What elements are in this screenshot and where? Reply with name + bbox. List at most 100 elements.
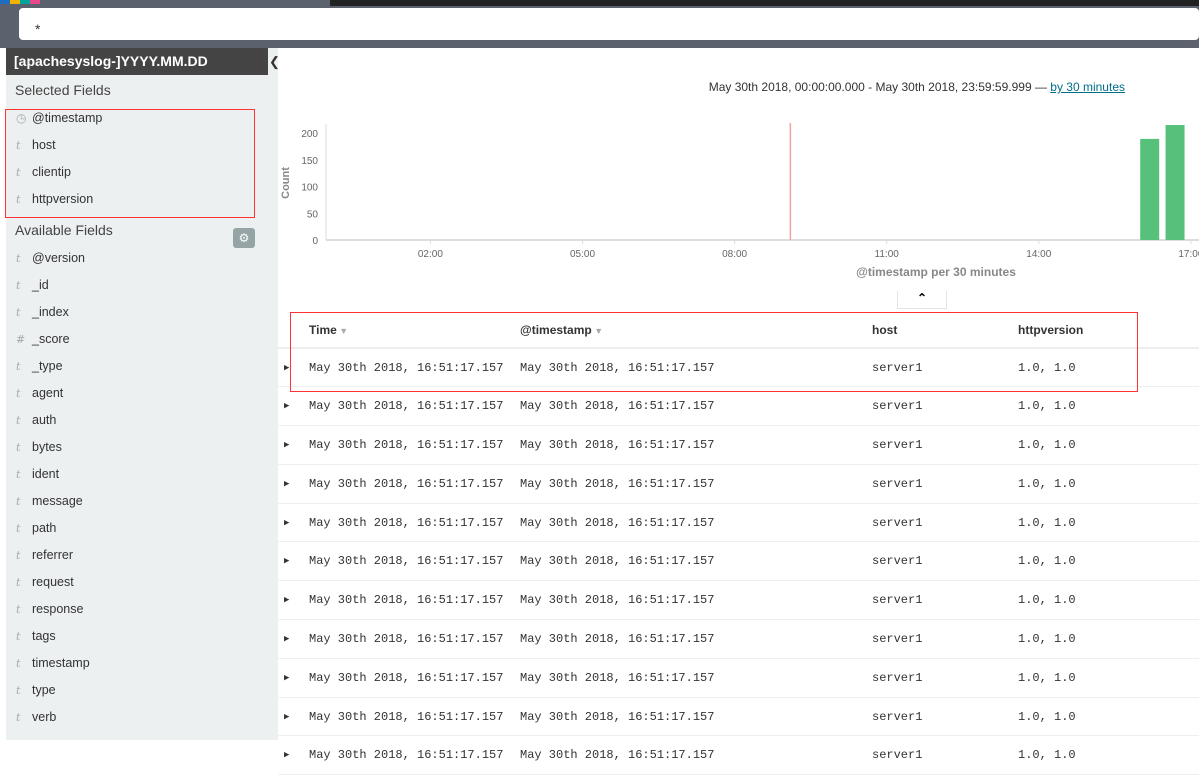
table-cell: server1: [872, 386, 1018, 427]
table-cell: 1.0, 1.0: [1018, 658, 1198, 698]
logo-strip: [0, 0, 300, 4]
expand-row-icon[interactable]: ▶: [278, 464, 309, 504]
table-cell: May 30th 2018, 16:51:17.157: [309, 580, 520, 621]
index-pattern-title[interactable]: [apachesyslog-]YYYY.MM.DD: [6, 48, 268, 75]
y-tick-label: 150: [301, 156, 318, 167]
field-item[interactable]: t _index: [6, 299, 278, 326]
field-item[interactable]: t _id: [6, 272, 278, 299]
table-cell: server1: [872, 735, 1018, 776]
field-item[interactable]: t ident: [6, 461, 278, 488]
table-header: Time ▼ @timestamp ▼ host httpversion: [278, 312, 1199, 349]
column-header[interactable]: httpversion: [1018, 312, 1198, 349]
table-row: ▶ May 30th 2018, 16:51:17.157 May 30th 201…: [278, 580, 1199, 621]
expand-row-icon[interactable]: ▶: [278, 425, 309, 465]
field-name: @version: [32, 251, 85, 265]
string-type-icon: t: [16, 193, 21, 206]
histogram-bar: [1140, 138, 1160, 240]
table-cell: May 30th 2018, 16:51:17.157: [309, 619, 520, 659]
table-row: ▶ May 30th 2018, 16:51:17.157 May 30th 201…: [278, 348, 1199, 388]
table-cell: May 30th 2018, 16:51:17.157: [309, 425, 520, 465]
column-label: @timestamp: [520, 322, 592, 337]
search-query-input[interactable]: [19, 8, 1199, 40]
string-type-icon: t: [16, 495, 21, 508]
field-name: tags: [32, 629, 56, 643]
sort-icon[interactable]: ▼: [337, 326, 348, 336]
field-item[interactable]: t agent: [6, 380, 278, 407]
field-name: referrer: [32, 548, 73, 562]
table-cell: May 30th 2018, 16:51:17.157: [309, 386, 520, 427]
table-cell: May 30th 2018, 16:51:17.157: [520, 658, 872, 698]
number-type-icon: #: [16, 333, 26, 346]
field-item[interactable]: t _type: [6, 353, 278, 380]
x-tick-label: 02:00: [418, 249, 443, 260]
field-item[interactable]: ◷ @timestamp: [6, 105, 278, 132]
table-cell: 1.0, 1.0: [1018, 348, 1198, 388]
field-item[interactable]: t auth: [6, 407, 278, 434]
expand-row-icon[interactable]: ▶: [278, 348, 309, 388]
column-header[interactable]: Time ▼: [309, 312, 520, 349]
field-item[interactable]: t httpversion: [6, 186, 278, 213]
table-row: ▶ May 30th 2018, 16:51:17.157 May 30th 201…: [278, 697, 1199, 737]
string-type-icon: t: [16, 603, 21, 616]
field-item[interactable]: # _score: [6, 326, 278, 353]
column-label: host: [872, 322, 898, 337]
table-cell: 1.0, 1.0: [1018, 464, 1198, 504]
table-cell: server1: [872, 464, 1018, 504]
x-tick-label: 11:00: [875, 249, 900, 260]
table-cell: May 30th 2018, 16:51:17.157: [520, 464, 872, 504]
string-type-icon: t: [16, 657, 21, 670]
expand-row-icon[interactable]: ▶: [278, 619, 309, 659]
string-type-icon: t: [16, 441, 21, 454]
expand-row-icon[interactable]: ▶: [278, 503, 309, 543]
field-name: agent: [32, 386, 64, 400]
field-name: response: [32, 602, 84, 616]
field-item[interactable]: t tags: [6, 623, 278, 650]
field-item[interactable]: t @version: [6, 245, 278, 272]
field-item[interactable]: t host: [6, 132, 278, 159]
field-name: host: [32, 138, 56, 152]
field-item[interactable]: t message: [6, 488, 278, 515]
table-cell: May 30th 2018, 16:51:17.157: [309, 503, 520, 543]
field-item[interactable]: t response: [6, 596, 278, 623]
y-tick-label: 0: [312, 236, 318, 247]
column-header[interactable]: host: [872, 312, 1018, 349]
expand-row-icon[interactable]: ▶: [278, 386, 309, 427]
table-cell: May 30th 2018, 16:51:17.157: [520, 386, 872, 427]
available-fields-list: t @version t _id t _index # _score t _type t agent t…: [6, 245, 278, 731]
field-name: clientip: [32, 165, 71, 179]
expand-row-icon[interactable]: ▶: [278, 658, 309, 698]
field-name: bytes: [32, 440, 62, 454]
column-label: Time: [309, 322, 337, 337]
top-bar: [0, 0, 1199, 48]
expand-row-icon[interactable]: ▶: [278, 735, 309, 776]
string-type-icon: t: [16, 306, 21, 319]
string-type-icon: t: [16, 166, 21, 179]
column-header[interactable]: @timestamp ▼: [520, 312, 872, 349]
expand-row-icon[interactable]: ▶: [278, 541, 309, 582]
table-cell: 1.0, 1.0: [1018, 425, 1198, 465]
table-cell: 1.0, 1.0: [1018, 541, 1198, 582]
field-item[interactable]: t request: [6, 569, 278, 596]
table-row: ▶ May 30th 2018, 16:51:17.157 May 30th 201…: [278, 386, 1199, 427]
gear-icon[interactable]: ⚙: [233, 228, 255, 248]
table-cell: server1: [872, 619, 1018, 659]
expand-row-icon[interactable]: ▶: [278, 697, 309, 737]
string-type-icon: t: [16, 630, 21, 643]
field-item[interactable]: t type: [6, 677, 278, 704]
field-item[interactable]: t bytes: [6, 434, 278, 461]
field-item[interactable]: t clientip: [6, 159, 278, 186]
table-cell: May 30th 2018, 16:51:17.157: [520, 619, 872, 659]
sort-icon[interactable]: ▼: [592, 326, 603, 336]
field-item[interactable]: t timestamp: [6, 650, 278, 677]
table-row: ▶ May 30th 2018, 16:51:17.157 May 30th 201…: [278, 658, 1199, 698]
field-item[interactable]: t path: [6, 515, 278, 542]
collapse-chart-button[interactable]: ⌃: [897, 291, 947, 309]
table-cell: server1: [872, 541, 1018, 582]
expand-row-icon[interactable]: ▶: [278, 580, 309, 621]
field-name: path: [32, 521, 57, 535]
field-item[interactable]: t verb: [6, 704, 278, 731]
table-cell: May 30th 2018, 16:51:17.157: [309, 735, 520, 776]
histogram-bar: [1165, 124, 1185, 240]
string-type-icon: t: [16, 414, 21, 427]
field-item[interactable]: t referrer: [6, 542, 278, 569]
